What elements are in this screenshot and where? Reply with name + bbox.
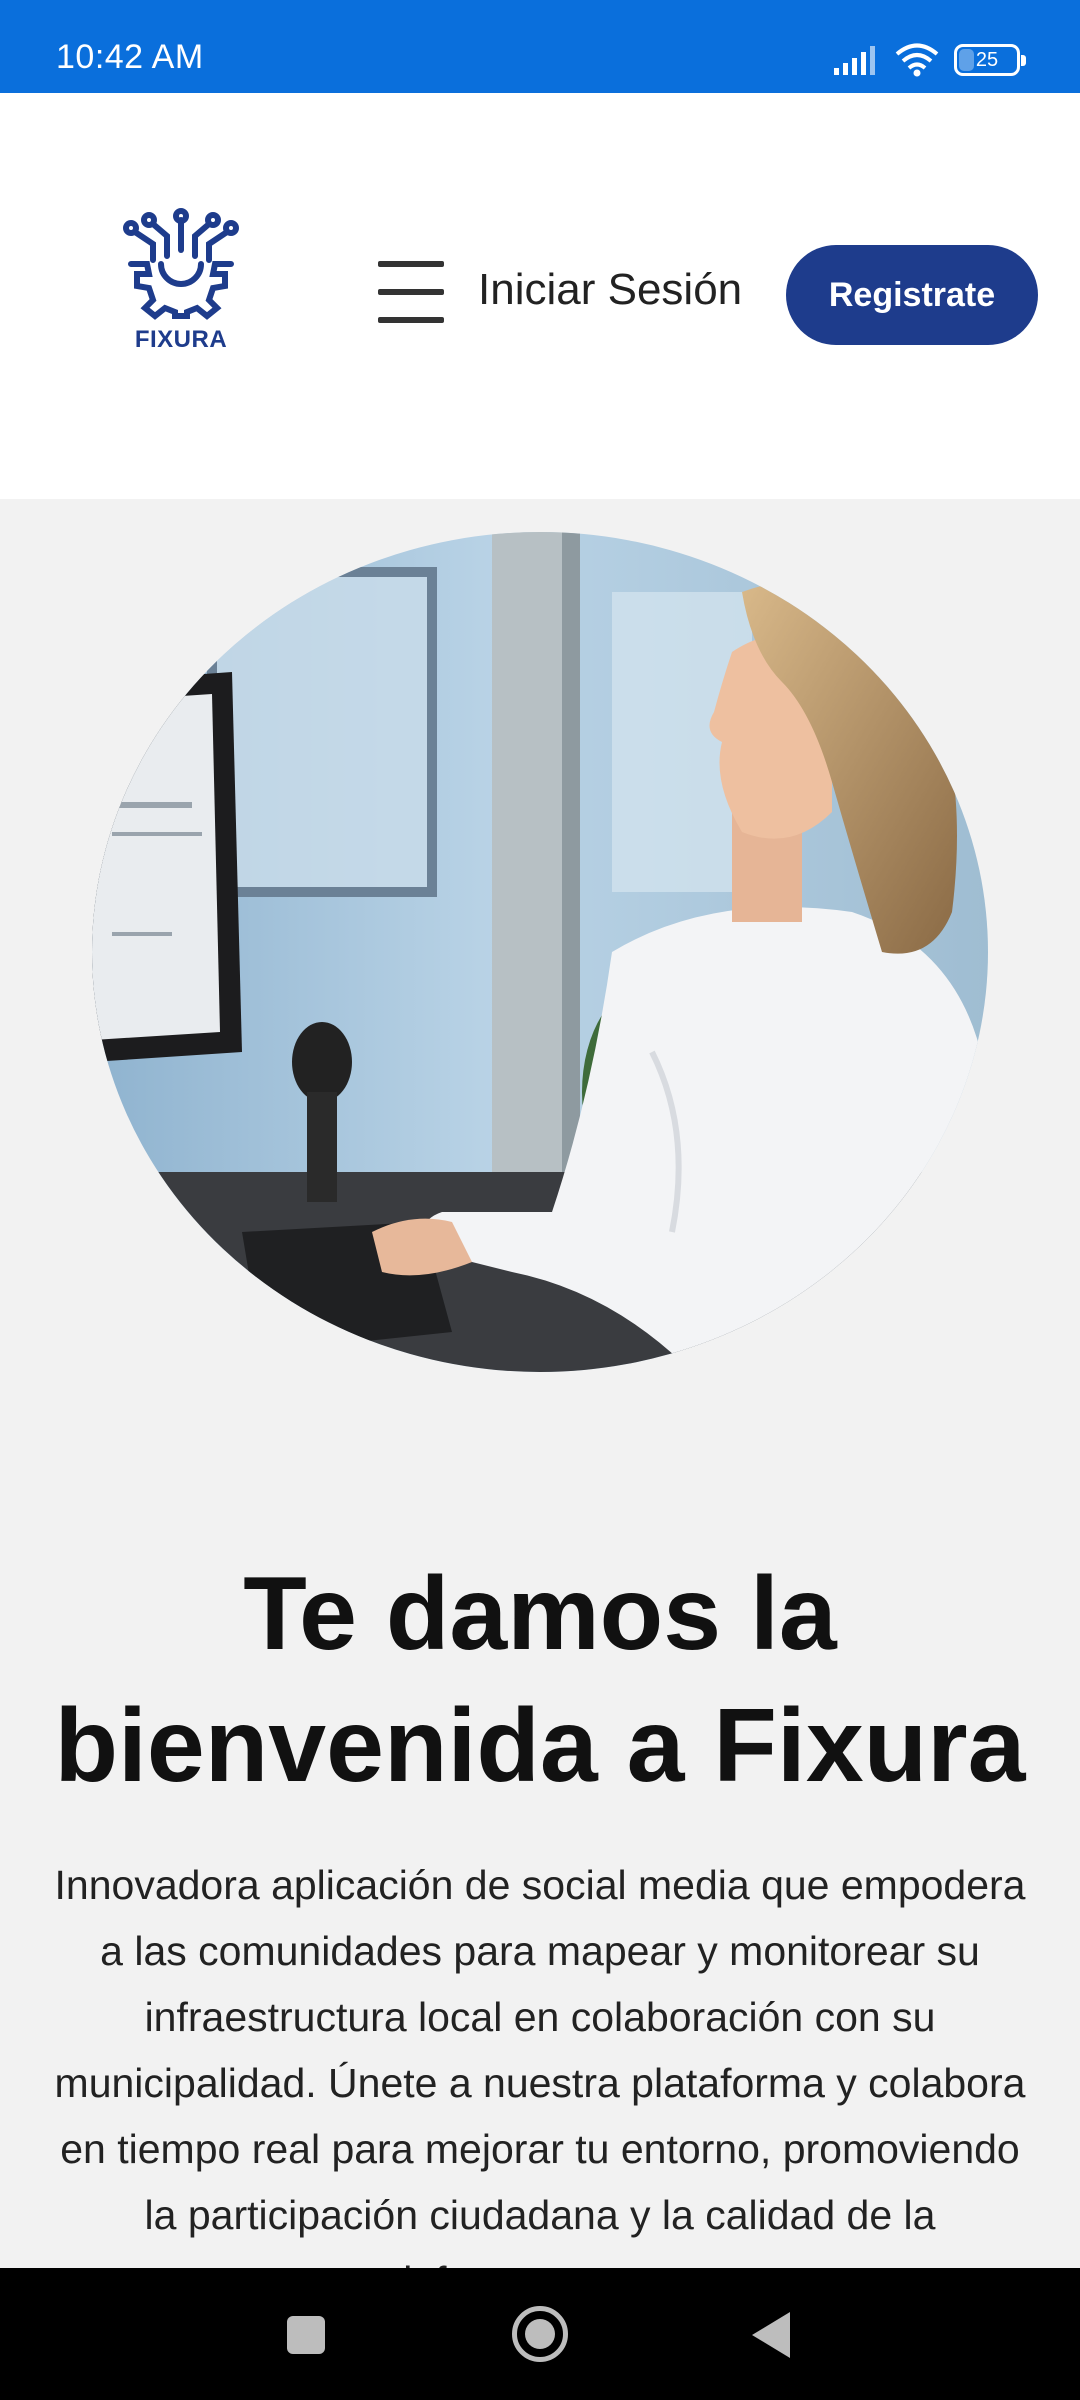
menu-bar xyxy=(378,261,444,267)
wifi-icon xyxy=(895,43,939,77)
logo-text: FIXURA xyxy=(134,326,228,353)
home-icon[interactable] xyxy=(512,2306,568,2362)
back-icon[interactable] xyxy=(752,2312,790,2358)
menu-bar xyxy=(378,317,444,323)
battery-icon: 25 xyxy=(954,44,1026,76)
register-button[interactable]: Registrate xyxy=(786,245,1038,345)
system-nav-bar xyxy=(0,2268,1080,2400)
fixura-logo[interactable]: FIXURA xyxy=(118,208,244,368)
gear-circuit-icon xyxy=(123,208,239,320)
hero-description: Innovadora aplicación de social media qu… xyxy=(54,1862,1026,2268)
battery-level: 25 xyxy=(975,48,999,71)
status-icons: 25 xyxy=(832,40,1026,80)
status-time: 10:42 AM xyxy=(56,38,204,76)
hamburger-menu-icon[interactable] xyxy=(378,261,444,323)
login-link[interactable]: Iniciar Sesión xyxy=(478,265,742,315)
status-bar: 10:42 AM 25 xyxy=(0,0,1080,93)
hero-title: Te damos la bienvenida a Fixura xyxy=(20,1548,1060,1812)
site-header: FIXURA Iniciar Sesión Registrate xyxy=(0,93,1080,499)
hero-title-brand: Fixura xyxy=(713,1688,1026,1804)
signal-icon xyxy=(834,46,875,75)
hero-image xyxy=(92,532,988,1372)
recents-icon[interactable] xyxy=(287,2316,325,2354)
menu-bar xyxy=(378,289,444,295)
